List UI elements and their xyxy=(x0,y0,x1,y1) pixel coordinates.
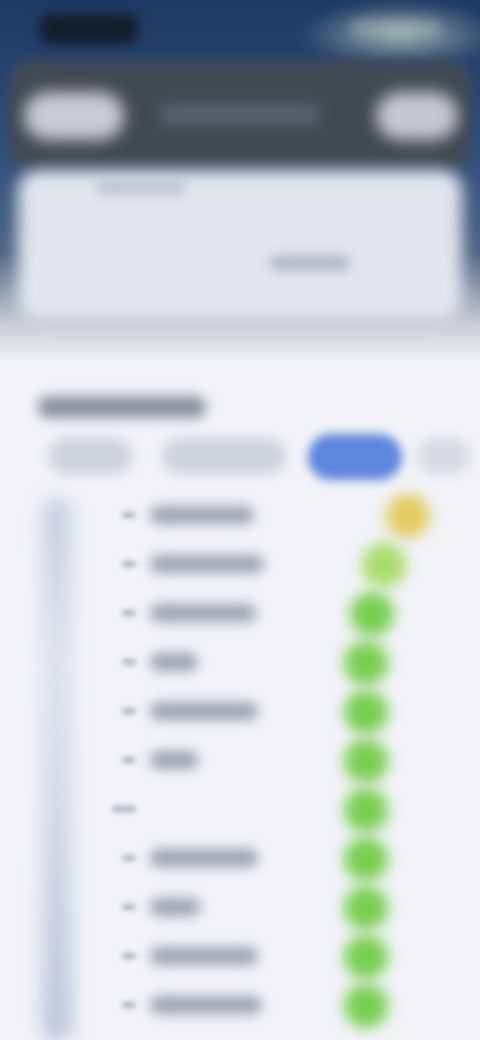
list-item-label xyxy=(150,849,258,867)
score-badge xyxy=(344,935,388,979)
list-item[interactable] xyxy=(0,933,480,981)
filter-tabs xyxy=(0,430,480,486)
list-item[interactable] xyxy=(0,688,480,736)
dash-icon xyxy=(122,904,136,910)
list-item[interactable] xyxy=(0,786,480,834)
tab-4[interactable] xyxy=(418,438,470,474)
score-badge xyxy=(386,494,430,538)
list-item[interactable] xyxy=(0,884,480,932)
dash-icon xyxy=(122,561,136,567)
list-item[interactable] xyxy=(0,982,480,1030)
score-badge xyxy=(344,641,388,685)
list-item[interactable] xyxy=(0,835,480,883)
section-title xyxy=(38,396,206,418)
dash-icon xyxy=(122,659,136,665)
score-badge xyxy=(344,984,388,1028)
list-item[interactable] xyxy=(0,737,480,785)
dash-icon xyxy=(122,757,136,763)
tab-2[interactable] xyxy=(162,438,286,474)
status-bar xyxy=(0,0,480,56)
summary-card-subtitle xyxy=(270,256,350,270)
dash-icon xyxy=(122,1002,136,1008)
score-badge xyxy=(344,886,388,930)
back-button[interactable] xyxy=(24,92,124,140)
score-badge xyxy=(344,690,388,734)
score-badge xyxy=(344,739,388,783)
score-badge xyxy=(350,592,394,636)
summary-card-title xyxy=(96,180,186,194)
score-badge xyxy=(362,543,406,587)
dash-icon xyxy=(122,953,136,959)
tab-1[interactable] xyxy=(48,438,132,474)
dash-icon xyxy=(122,708,136,714)
list-item-label xyxy=(150,506,254,524)
summary-card[interactable] xyxy=(18,170,462,320)
tab-3-selected[interactable] xyxy=(308,434,402,480)
score-badge xyxy=(344,788,388,832)
list-item[interactable] xyxy=(0,590,480,638)
list-item-label xyxy=(150,653,198,671)
dash-icon xyxy=(112,806,136,812)
list-item-label xyxy=(150,996,262,1014)
toolbar-title xyxy=(160,104,320,126)
score-badge xyxy=(344,837,388,881)
list-item[interactable] xyxy=(0,492,480,540)
ranked-list xyxy=(0,490,480,1040)
status-icons xyxy=(350,20,440,36)
list-item[interactable] xyxy=(0,541,480,589)
dash-icon xyxy=(122,512,136,518)
status-time xyxy=(40,14,138,44)
dash-icon xyxy=(122,855,136,861)
list-item-label xyxy=(150,604,256,622)
dash-icon xyxy=(122,610,136,616)
list-item-label xyxy=(150,947,258,965)
list-item[interactable] xyxy=(0,639,480,687)
list-item-label xyxy=(150,898,200,916)
list-item-label xyxy=(150,702,258,720)
action-button[interactable] xyxy=(376,92,458,140)
list-item-label xyxy=(150,751,198,769)
list-item-label xyxy=(150,555,264,573)
